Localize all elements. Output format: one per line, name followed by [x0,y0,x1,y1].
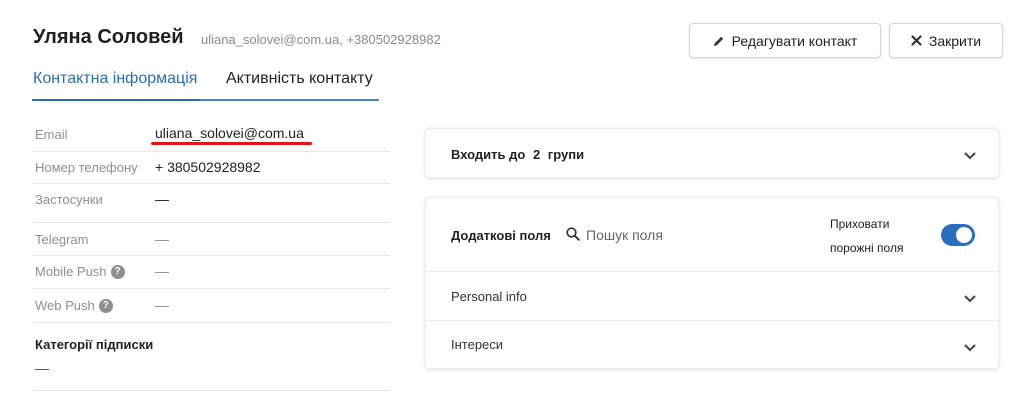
email-value[interactable]: uliana_solovei@com.ua [155,125,304,141]
hide-empty-label: Приховати порожні поля [830,212,940,260]
close-icon [911,35,922,46]
section-personal-info[interactable]: Personal info [426,271,1000,320]
mobile-push-label-text: Mobile Push [35,264,107,279]
web-push-value: — [155,297,169,313]
groups-prefix: Входить до [451,147,526,162]
email-label: Email [35,127,68,142]
phone-label: Номер телефону [35,160,138,175]
hide-empty-line1: Приховати [830,217,890,231]
section-label: Personal info [451,289,527,304]
extra-fields-card: Додаткові поля Приховати порожні поля Pe… [425,197,1000,369]
hide-empty-line2: порожні поля [830,241,904,255]
web-push-label-text: Web Push [35,298,95,313]
help-icon[interactable]: ? [98,298,113,313]
help-icon[interactable]: ? [110,264,125,279]
tab-contact-info[interactable]: Контактна інформація [33,70,197,88]
email-highlight-underline [151,142,312,145]
section-label: Інтереси [451,337,504,352]
tab-active-indicator [32,99,200,101]
toggle-knob [956,227,972,243]
web-push-row: Web Push ? — [33,289,390,323]
close-label: Закрити [928,32,982,49]
tab-contact-activity[interactable]: Активність контакту [226,70,373,88]
edit-contact-button[interactable]: Редагувати контакт [689,23,881,58]
telegram-value: — [155,231,169,247]
email-row: Email uliana_solovei@com.ua [33,119,390,152]
chevron-down-icon[interactable] [964,344,976,352]
mobile-push-row: Mobile Push ? — [33,256,390,289]
section-interests[interactable]: Інтереси [426,320,1000,369]
telegram-label: Telegram [35,232,89,247]
extra-fields-title: Додаткові поля [451,228,551,243]
field-search-input[interactable] [586,224,786,246]
divider [33,390,390,391]
subscription-categories-value: — [35,360,49,376]
search-icon [566,227,580,241]
groups-card[interactable]: Входить до 2 групи [425,128,999,178]
contact-name: Уляна Соловей [33,26,184,48]
groups-count: 2 [532,147,541,162]
apps-label: Застосунки [35,192,103,207]
edit-contact-label: Редагувати контакт [731,32,858,49]
pencil-icon [713,35,725,47]
apps-row: Застосунки — [33,184,390,223]
close-button[interactable]: Закрити [889,23,1003,58]
mobile-push-value: — [155,263,169,279]
phone-row: Номер телефону + 380502928982 [33,152,390,184]
phone-value[interactable]: + 380502928982 [155,159,261,175]
tab-underline [200,99,379,101]
contact-subtitle: uliana_solovei@com.ua, +380502928982 [201,32,441,47]
chevron-down-icon[interactable] [964,152,976,160]
chevron-down-icon[interactable] [964,295,976,303]
subscription-categories-title: Категорії підписки [35,337,154,352]
telegram-row: Telegram — [33,223,390,256]
groups-suffix: групи [547,147,585,162]
hide-empty-toggle[interactable] [941,224,975,246]
mobile-push-label: Mobile Push ? [35,264,125,279]
web-push-label: Web Push ? [35,298,113,313]
groups-summary: Входить до 2 групи [451,147,584,162]
apps-value: — [155,191,169,207]
